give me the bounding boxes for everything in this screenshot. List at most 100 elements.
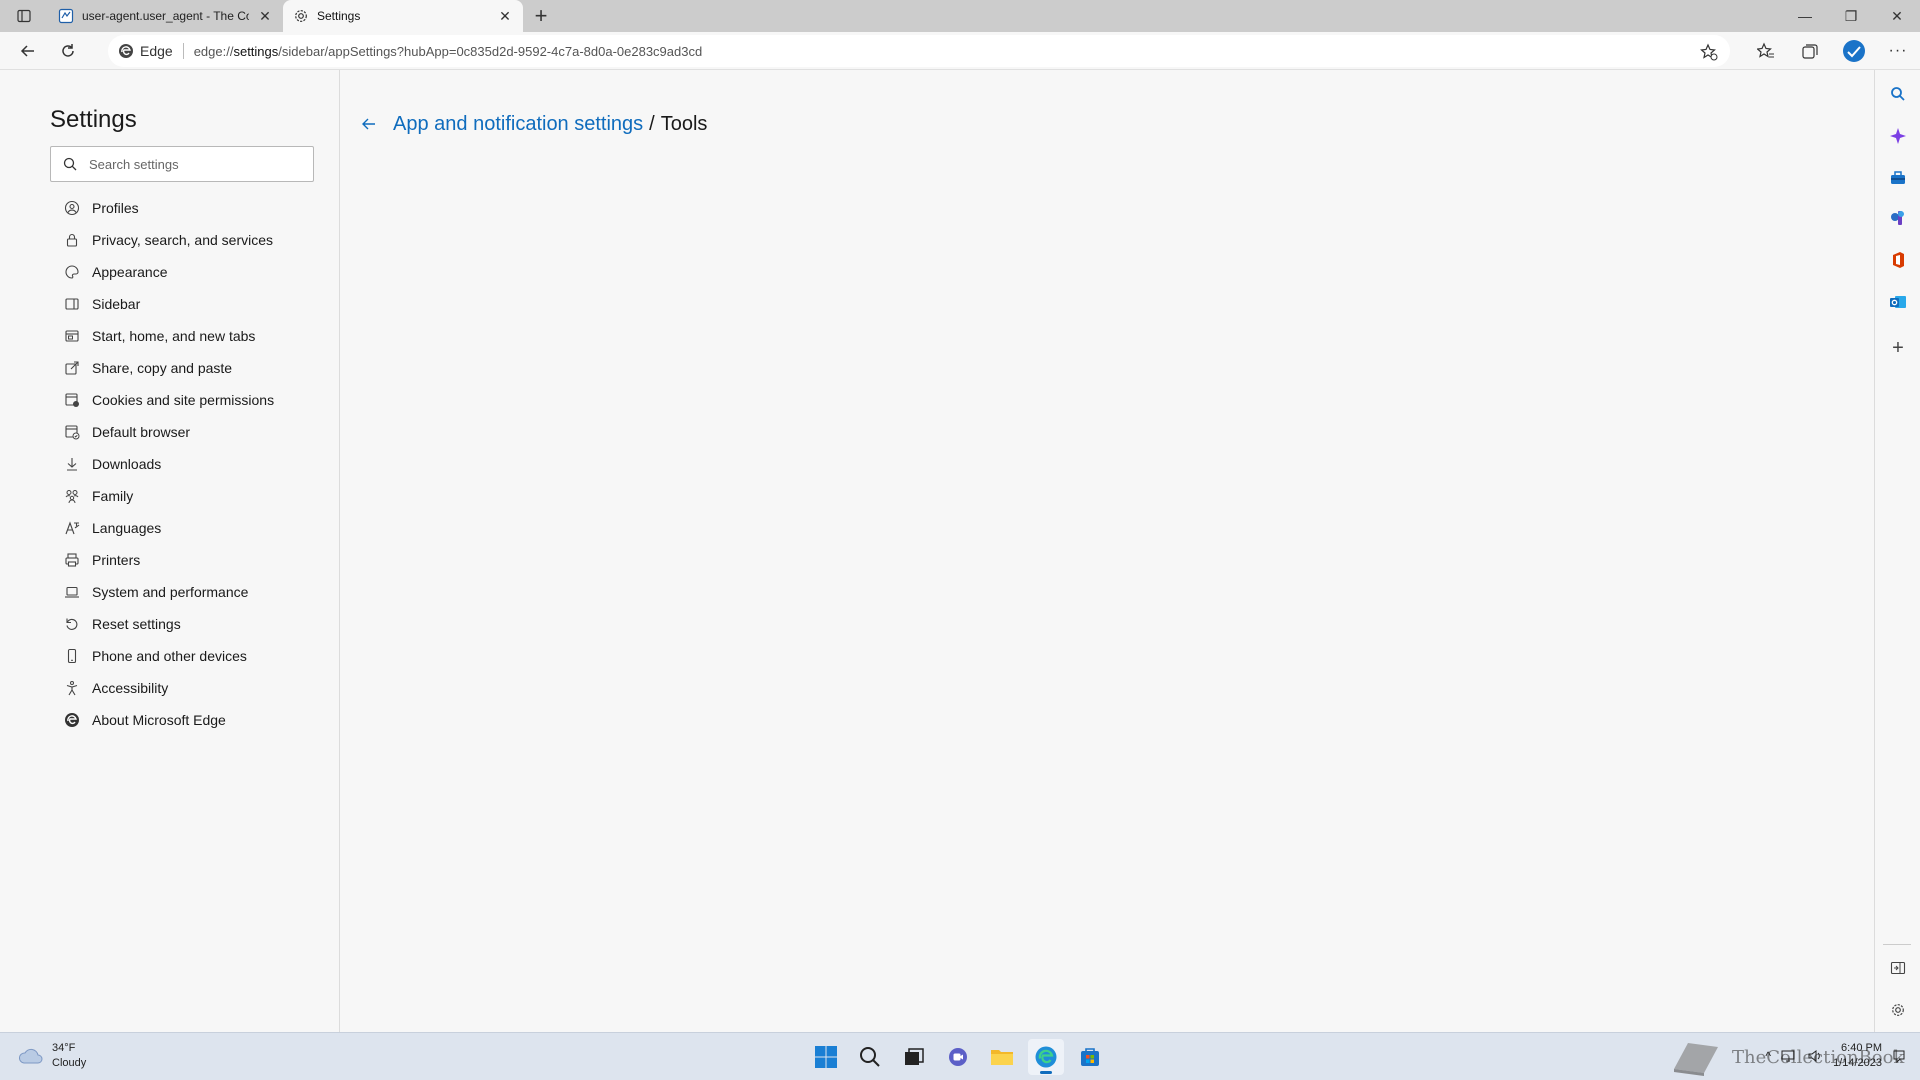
tab-actions-button[interactable] bbox=[0, 0, 48, 32]
close-tab-icon[interactable]: ✕ bbox=[257, 8, 273, 24]
nav-item-label: Printers bbox=[92, 552, 141, 568]
reset-icon bbox=[62, 614, 82, 634]
tab-title: user-agent.user_agent - The Coll bbox=[82, 9, 249, 23]
phone-icon bbox=[62, 646, 82, 666]
collections-button[interactable] bbox=[1788, 35, 1832, 67]
site-identity[interactable]: Edge bbox=[118, 43, 184, 59]
sidebar-settings-button[interactable] bbox=[1886, 998, 1910, 1022]
nav-item-label: Profiles bbox=[92, 200, 139, 216]
nav-item-sidebar[interactable]: Sidebar bbox=[62, 288, 322, 320]
system-tray: ^ 6:40 PM 1/14/2023 bbox=[1765, 1041, 1906, 1071]
profile-icon bbox=[62, 198, 82, 218]
file-explorer-button[interactable] bbox=[984, 1039, 1020, 1075]
lock-icon bbox=[62, 230, 82, 250]
browser-toolbar: Edge edge://settings/sidebar/appSettings… bbox=[0, 32, 1920, 70]
edge-icon bbox=[119, 44, 133, 58]
sidebar-divider bbox=[1883, 944, 1911, 945]
nav-item-downloads[interactable]: Downloads bbox=[62, 448, 322, 480]
nav-item-printers[interactable]: Printers bbox=[62, 544, 322, 576]
hide-sidebar-button[interactable] bbox=[1886, 956, 1910, 980]
nav-item-label: Privacy, search, and services bbox=[92, 232, 274, 248]
nav-item-system[interactable]: System and performance bbox=[62, 576, 322, 608]
profile-avatar-icon bbox=[1843, 40, 1865, 62]
address-bar[interactable]: Edge edge://settings/sidebar/appSettings… bbox=[108, 35, 1730, 67]
search-settings-box[interactable] bbox=[50, 146, 314, 182]
nav-item-label: System and performance bbox=[92, 584, 249, 600]
nav-item-label: Family bbox=[92, 488, 134, 504]
weather-widget[interactable]: 34°F Cloudy bbox=[18, 1041, 86, 1071]
favorites-icon bbox=[1757, 42, 1774, 58]
teams-chat-button[interactable] bbox=[940, 1039, 976, 1075]
task-view-button[interactable] bbox=[896, 1039, 932, 1075]
nav-item-label: Appearance bbox=[92, 264, 168, 280]
add-favorite-button[interactable] bbox=[1700, 43, 1718, 64]
nav-item-privacy[interactable]: Privacy, search, and services bbox=[62, 224, 322, 256]
taskbar-search-button[interactable] bbox=[852, 1039, 888, 1075]
taskbar: 34°F Cloudy TheCollectionBook ^ 6:40 PM … bbox=[0, 1032, 1920, 1080]
url-text[interactable]: edge://settings/sidebar/appSettings?hubA… bbox=[184, 44, 703, 59]
nav-item-appearance[interactable]: Appearance bbox=[62, 256, 322, 288]
refresh-button[interactable] bbox=[48, 35, 88, 67]
new-tab-button[interactable]: + bbox=[523, 0, 559, 32]
chevron-up-icon[interactable]: ^ bbox=[1765, 1049, 1771, 1063]
refresh-icon bbox=[62, 43, 74, 57]
url-main: settings bbox=[233, 43, 279, 59]
nav-item-reset[interactable]: Reset settings bbox=[62, 608, 322, 640]
search-settings-input[interactable] bbox=[89, 156, 289, 172]
back-button[interactable] bbox=[8, 35, 48, 67]
arrow-left-icon bbox=[20, 44, 34, 57]
restore-button[interactable]: ❐ bbox=[1828, 0, 1874, 32]
edge-taskbar-button[interactable] bbox=[1028, 1039, 1064, 1075]
store-icon bbox=[1081, 1048, 1099, 1066]
close-tab-icon[interactable]: ✕ bbox=[497, 8, 513, 24]
nav-item-profiles[interactable]: Profiles bbox=[62, 192, 322, 224]
edge-icon bbox=[1035, 1046, 1057, 1068]
more-icon: ··· bbox=[1888, 42, 1908, 59]
sidebar-tools-button[interactable] bbox=[1886, 166, 1910, 190]
start-button[interactable] bbox=[808, 1039, 844, 1075]
close-window-button[interactable]: ✕ bbox=[1874, 0, 1920, 32]
more-menu-button[interactable]: ··· bbox=[1876, 35, 1920, 67]
toolbox-icon bbox=[1891, 171, 1905, 184]
minimize-button[interactable]: — bbox=[1782, 0, 1828, 32]
sidebar-outlook-button[interactable] bbox=[1886, 290, 1910, 314]
tab-user-agent[interactable]: user-agent.user_agent - The Coll ✕ bbox=[48, 0, 283, 32]
sidebar-discover-button[interactable] bbox=[1886, 124, 1910, 148]
weather-temp: 34°F bbox=[52, 1042, 76, 1054]
nav-item-languages[interactable]: Languages bbox=[62, 512, 322, 544]
clock[interactable]: 6:40 PM 1/14/2023 bbox=[1833, 1041, 1882, 1071]
nav-item-label: Default browser bbox=[92, 424, 191, 440]
notification-icon[interactable] bbox=[1892, 1049, 1906, 1063]
volume-icon[interactable] bbox=[1807, 1049, 1823, 1063]
sidebar-add-button[interactable]: + bbox=[1886, 336, 1910, 360]
store-button[interactable] bbox=[1072, 1039, 1108, 1075]
page-title: Tools bbox=[660, 112, 708, 135]
breadcrumb-parent-link[interactable]: App and notification settings bbox=[393, 113, 643, 136]
profile-button[interactable] bbox=[1832, 35, 1876, 67]
folder-icon bbox=[991, 1050, 1013, 1065]
cookies-icon bbox=[62, 390, 82, 410]
nav-item-default-browser[interactable]: Default browser bbox=[62, 416, 322, 448]
nav-item-accessibility[interactable]: Accessibility bbox=[62, 672, 322, 704]
sidebar-games-button[interactable] bbox=[1886, 206, 1910, 230]
cloud-icon bbox=[18, 1048, 43, 1064]
settings-content: App and notification settings / Tools bbox=[341, 70, 1873, 1032]
sidebar-search-button[interactable] bbox=[1886, 82, 1910, 106]
back-arrow-icon[interactable] bbox=[357, 112, 381, 136]
nav-item-about[interactable]: About Microsoft Edge bbox=[62, 704, 322, 736]
printer-icon bbox=[62, 550, 82, 570]
nav-item-phone[interactable]: Phone and other devices bbox=[62, 640, 322, 672]
nav-item-cookies[interactable]: Cookies and site permissions bbox=[62, 384, 322, 416]
plus-icon: + bbox=[534, 3, 548, 28]
nav-item-share-copy[interactable]: Share, copy and paste bbox=[62, 352, 322, 384]
network-icon[interactable] bbox=[1781, 1049, 1797, 1063]
gear-icon bbox=[295, 10, 307, 22]
plus-icon: + bbox=[1892, 336, 1904, 359]
url-rest: /sidebar/appSettings?hubApp=0c835d2d-959… bbox=[278, 43, 703, 59]
nav-item-start-home[interactable]: Start, home, and new tabs bbox=[62, 320, 322, 352]
favorites-button[interactable] bbox=[1744, 35, 1788, 67]
nav-item-family[interactable]: Family bbox=[62, 480, 322, 512]
tab-settings[interactable]: Settings ✕ bbox=[283, 0, 523, 32]
sidebar-office-button[interactable] bbox=[1886, 248, 1910, 272]
weather-desc: Cloudy bbox=[52, 1057, 87, 1069]
